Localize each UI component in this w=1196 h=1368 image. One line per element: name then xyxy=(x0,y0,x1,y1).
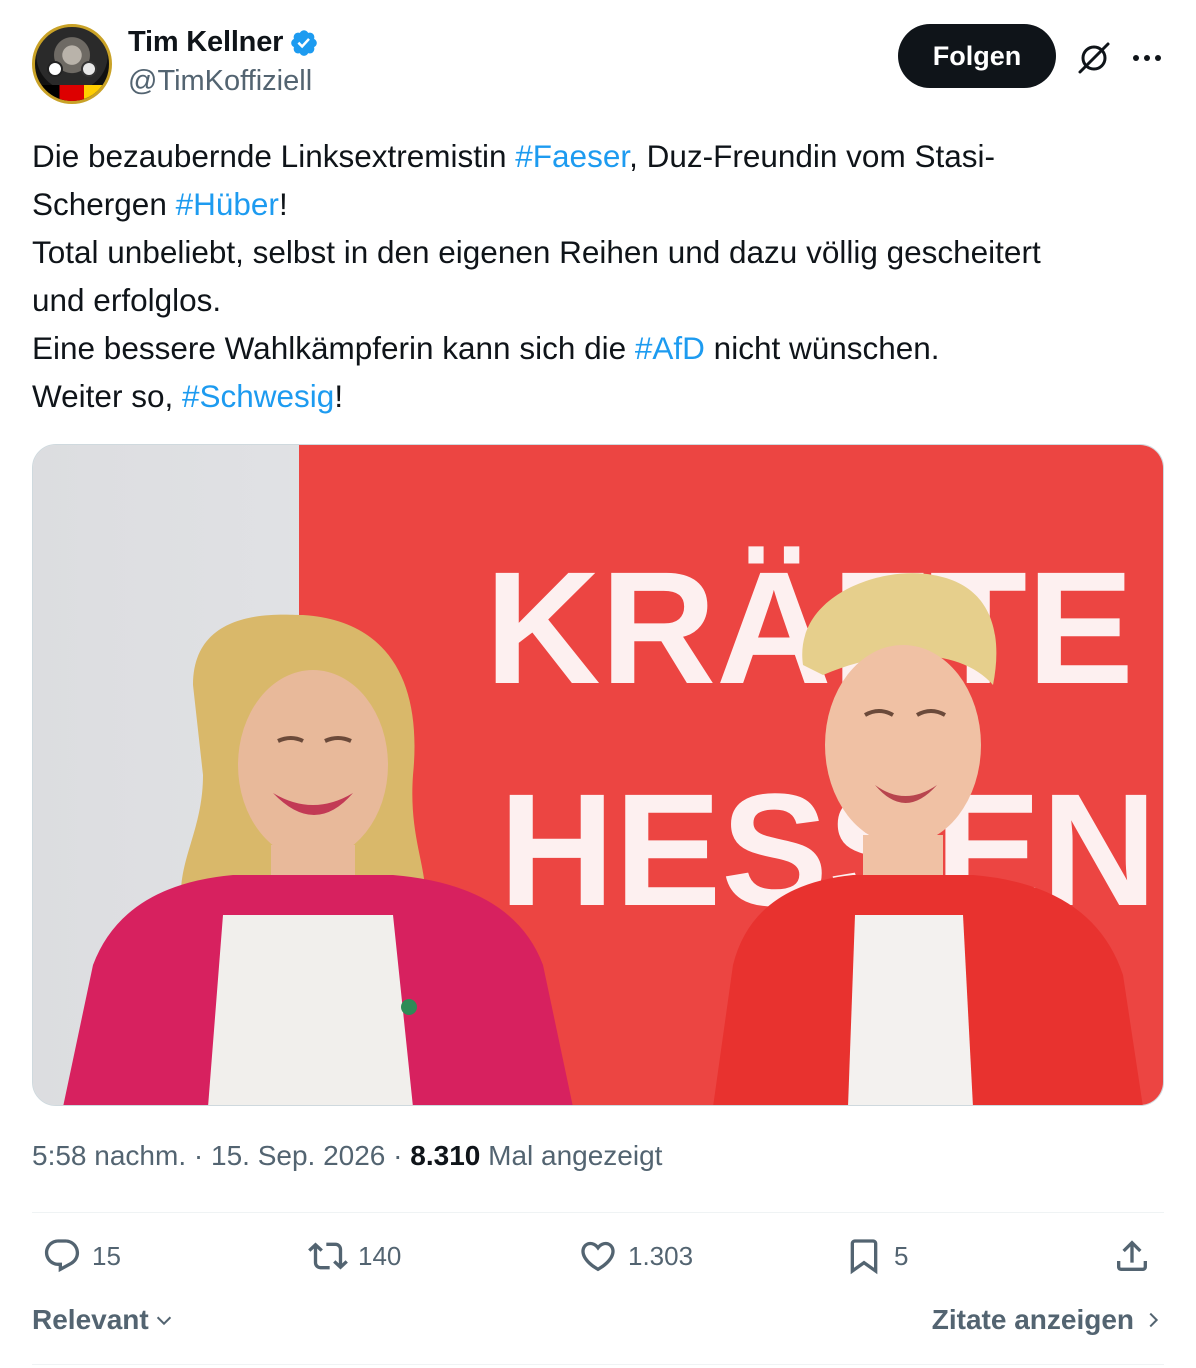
tweet-text-line: Die bezaubernde Linksextremistin #Faeser… xyxy=(32,132,1172,180)
tweet-text-segment: ! xyxy=(334,378,344,414)
share-icon xyxy=(1117,1240,1147,1271)
quotes-label: Zitate anzeigen xyxy=(931,1304,1134,1335)
reply-icon xyxy=(44,1239,80,1273)
tweet-meta: 5:58 nachm. · 15. Sep. 2026 · 8.310 Mal … xyxy=(32,1140,662,1172)
tweet-text-segment: Eine bessere Wahlkämpferin kann sich die xyxy=(32,330,635,366)
tweet-text-line: Total unbeliebt, selbst in den eigenen R… xyxy=(32,228,1172,276)
action-bar: 15 140 1.303 5 xyxy=(32,1236,1164,1292)
reply-sort-bar: Relevant Zitate anzeigen xyxy=(32,1304,1164,1348)
tweet-header: Tim Kellner @TimKoffiziell Folgen xyxy=(32,24,1164,104)
view-quotes-link[interactable]: Zitate anzeigen xyxy=(932,1304,1164,1336)
tweet-text-segment: nicht wünschen. xyxy=(704,330,940,366)
avatar-flag-band xyxy=(35,84,109,101)
chevron-down-icon xyxy=(156,1316,171,1326)
divider xyxy=(32,1212,1164,1213)
tweet-text-line: Weiter so, #Schwesig! xyxy=(32,372,1172,420)
view-count-label: Mal angezeigt xyxy=(488,1140,663,1171)
author-info: Tim Kellner @TimKoffiziell xyxy=(128,26,319,98)
view-count: 8.310 xyxy=(410,1140,481,1171)
avatar-badge xyxy=(81,61,97,77)
tweet-text-line: Schergen #Hüber! xyxy=(32,180,1172,228)
hashtag-link[interactable]: #Hüber xyxy=(176,186,279,222)
hashtag-link[interactable]: #Schwesig xyxy=(182,378,334,414)
share-button[interactable] xyxy=(1112,1236,1152,1276)
reply-count: 15 xyxy=(92,1240,121,1271)
tweet-date[interactable]: 15. Sep. 2026 xyxy=(211,1140,385,1171)
repost-button[interactable]: 140 xyxy=(308,1236,401,1276)
author-avatar[interactable] xyxy=(32,24,112,104)
tweet-text-segment: , Duz-Freundin vom Stasi- xyxy=(629,138,995,174)
tweet-text: Die bezaubernde Linksextremistin #Faeser… xyxy=(32,132,1172,420)
avatar-badge xyxy=(47,61,63,77)
grok-icon[interactable] xyxy=(1076,40,1112,76)
tweet-text-segment: Weiter so, xyxy=(32,378,182,414)
tweet-time[interactable]: 5:58 nachm. xyxy=(32,1140,186,1171)
meta-separator: · xyxy=(186,1140,211,1171)
author-display-name[interactable]: Tim Kellner xyxy=(128,26,283,59)
tweet-text-segment: Die bezaubernde Linksextremistin xyxy=(32,138,516,174)
author-handle[interactable]: @TimKoffiziell xyxy=(128,65,319,98)
photo-illustration: KRÄFTE HESSEN. xyxy=(33,445,1163,1105)
tweet-text-segment: ! xyxy=(278,186,288,222)
bookmark-count: 5 xyxy=(894,1240,909,1271)
tweet-text-segment: Total unbeliebt, selbst in den eigenen R… xyxy=(32,234,1041,270)
follow-button[interactable]: Folgen xyxy=(898,24,1056,88)
tweet-text-line: und erfolglos. xyxy=(32,276,1172,324)
heart-icon xyxy=(581,1241,615,1272)
sort-label: Relevant xyxy=(32,1304,149,1335)
more-icon[interactable] xyxy=(1130,44,1164,72)
hashtag-link[interactable]: #Faeser xyxy=(515,138,629,174)
like-button[interactable]: 1.303 xyxy=(578,1236,693,1276)
repost-count: 140 xyxy=(358,1240,402,1271)
bookmark-icon xyxy=(850,1239,878,1275)
hashtag-link[interactable]: #AfD xyxy=(635,330,705,366)
verified-badge-icon xyxy=(291,29,318,56)
sort-dropdown[interactable]: Relevant xyxy=(32,1304,175,1336)
bookmark-button[interactable]: 5 xyxy=(844,1236,908,1276)
divider xyxy=(32,1364,1164,1365)
repost-icon xyxy=(308,1242,348,1270)
like-count: 1.303 xyxy=(628,1240,694,1271)
tweet-text-segment: Schergen xyxy=(32,186,176,222)
tweet-text-line: Eine bessere Wahlkämpferin kann sich die… xyxy=(32,324,1172,372)
tweet-photo[interactable]: KRÄFTE HESSEN. xyxy=(32,444,1164,1106)
meta-separator: · xyxy=(385,1140,411,1171)
tweet-text-segment: und erfolglos. xyxy=(32,282,222,318)
reply-button[interactable]: 15 xyxy=(42,1236,121,1276)
chevron-right-icon xyxy=(1149,1312,1159,1328)
